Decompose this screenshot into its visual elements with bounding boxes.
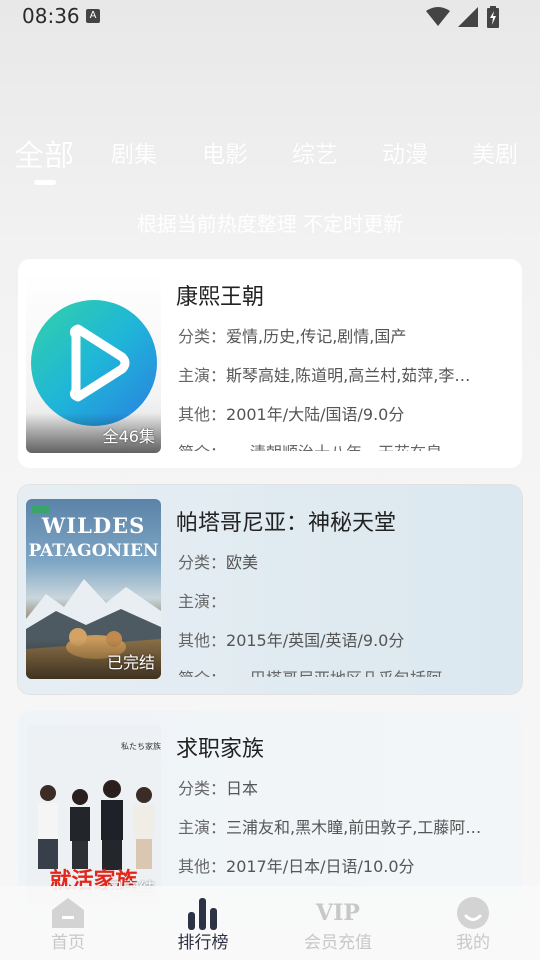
category-key: 分类： — [178, 553, 227, 572]
tab-anime[interactable]: 动漫 — [382, 135, 428, 169]
tab-all[interactable]: 全部 — [14, 131, 74, 175]
category-key: 分类： — [178, 779, 227, 798]
other-value: 2017年/日本/日语/10.0分 — [226, 857, 415, 876]
other-key: 其他： — [178, 405, 227, 424]
nav-ranking-label: 排行榜 — [177, 933, 229, 953]
other-key: 其他： — [178, 631, 227, 650]
other-value: 2015年/英国/英语/9.0分 — [226, 631, 405, 650]
episode-status: 已完结 — [106, 653, 155, 672]
cast-row: 主演： — [178, 588, 508, 612]
wifi-icon — [426, 7, 450, 26]
category-value: 日本 — [226, 779, 259, 798]
nav-mine[interactable]: 我的 — [423, 886, 523, 960]
cast-row: 主演：三浦友和,黑木瞳,前田敦子,工藤阿… — [178, 814, 508, 838]
svg-text:私たち家族に: 私たち家族に — [121, 741, 161, 751]
nav-home-label: 首页 — [51, 933, 85, 953]
active-tab-indicator — [34, 180, 56, 185]
category-value: 爱情,历史,传记,剧情,国产 — [226, 327, 407, 346]
category-row: 分类：日本 — [178, 775, 508, 799]
battery-icon — [487, 6, 499, 28]
other-key: 其他： — [178, 857, 227, 876]
status-time: 08:36 — [22, 4, 80, 28]
home-icon — [52, 898, 84, 928]
status-bar: 08:36 A — [0, 0, 540, 34]
tab-series[interactable]: 剧集 — [111, 135, 157, 169]
description-text: 简介： 清朝顺治十八年，天花在皇 — [178, 439, 508, 451]
other-row: 其他：2017年/日本/日语/10.0分 — [178, 853, 508, 877]
category-tabs: 全部 剧集 电影 综艺 动漫 美剧 — [0, 135, 540, 185]
nav-mine-label: 我的 — [456, 933, 490, 953]
episode-status: 全46集 — [102, 427, 155, 446]
a-notification-icon: A — [86, 9, 100, 23]
poster-text-1: WILDES — [41, 513, 146, 538]
vip-icon: VIP — [316, 900, 360, 926]
cast-key: 主演： — [178, 592, 227, 611]
category-row: 分类：欧美 — [178, 549, 508, 573]
nav-vip[interactable]: VIP 会员充值 — [288, 886, 388, 960]
ranking-card[interactable]: 全46集 康熙王朝 分类：爱情,历史,传记,剧情,国产 主演：斯琴高娃,陈道明,… — [18, 259, 522, 468]
cast-value: 斯琴高娃,陈道明,高兰村,茹萍,李… — [226, 366, 471, 385]
other-row: 其他：2001年/大陆/国语/9.0分 — [178, 401, 508, 425]
other-value: 2001年/大陆/国语/9.0分 — [226, 405, 405, 424]
tab-variety[interactable]: 综艺 — [292, 135, 338, 169]
category-value: 欧美 — [226, 553, 259, 572]
category-row: 分类：爱情,历史,传记,剧情,国产 — [178, 323, 508, 347]
tab-us-drama[interactable]: 美剧 — [472, 135, 518, 169]
cast-key: 主演： — [178, 366, 227, 385]
tab-movies[interactable]: 电影 — [202, 135, 248, 169]
card-title: 康熙王朝 — [176, 285, 265, 310]
nav-vip-label: 会员充值 — [304, 933, 372, 953]
cast-value: 三浦友和,黑木瞳,前田敦子,工藤阿… — [226, 818, 482, 837]
nav-home[interactable]: 首页 — [18, 886, 118, 960]
other-row: 其他：2015年/英国/英语/9.0分 — [178, 627, 508, 651]
poster-image: 全46集 — [26, 273, 161, 453]
signal-icon — [458, 7, 478, 27]
bottom-navigation: 首页 排行榜 VIP 会员充值 我的 — [0, 886, 540, 960]
description-text: 简介： 巴塔哥尼亚地区几乎包括阿 — [178, 665, 508, 677]
ranking-subtitle: 根据当前热度整理 不定时更新 — [136, 212, 404, 236]
poster-text-2: PATAGONIEN — [28, 541, 159, 561]
smile-face-icon — [457, 897, 489, 929]
bar-chart-icon — [188, 898, 217, 930]
poster-image: 私たち家族に 就活家族 已完结 — [26, 725, 161, 905]
card-title: 求职家族 — [176, 737, 265, 762]
nav-ranking[interactable]: 排行榜 — [153, 886, 253, 960]
cast-key: 主演： — [178, 818, 227, 837]
ranking-card[interactable]: WILDES PATAGONIEN 已完结 帕塔哥尼亚：神秘天堂 分类：欧美 主… — [18, 485, 522, 694]
card-title: 帕塔哥尼亚：神秘天堂 — [176, 511, 397, 536]
poster-image: WILDES PATAGONIEN 已完结 — [26, 499, 161, 679]
cast-row: 主演：斯琴高娃,陈道明,高兰村,茹萍,李… — [178, 362, 508, 386]
category-key: 分类： — [178, 327, 227, 346]
